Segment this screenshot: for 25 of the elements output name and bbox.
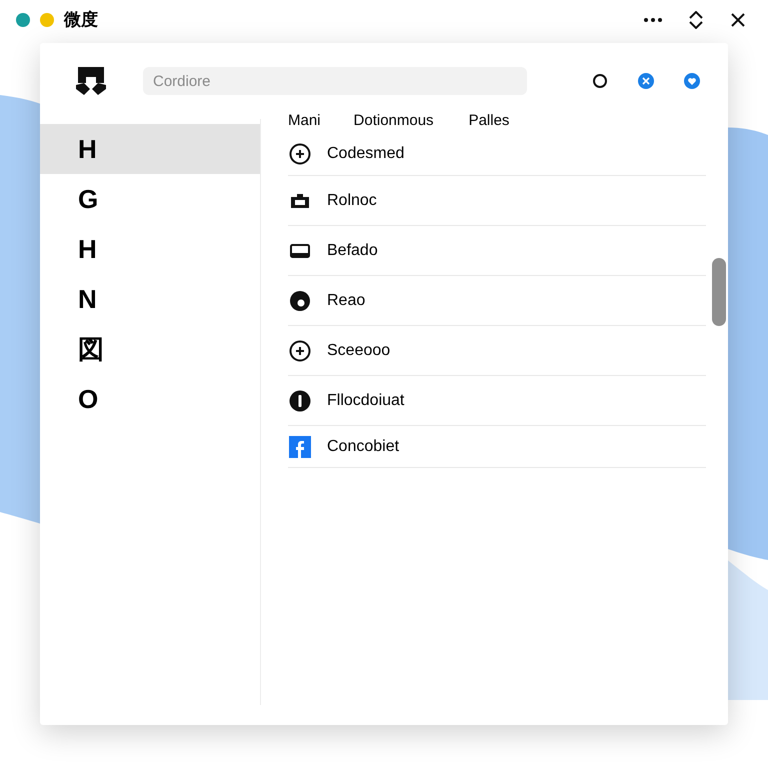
plus-circle-icon [289, 142, 311, 164]
tab[interactable]: Mani [288, 110, 321, 132]
list-item-label[interactable]: Concobiet [327, 434, 400, 458]
list-item-label[interactable]: Codesmed [327, 142, 404, 166]
scrollbar-thumb[interactable] [712, 258, 726, 326]
list-item-label[interactable]: Reao [327, 288, 366, 312]
list-item-label[interactable]: Befado [327, 238, 378, 262]
info-circle-icon [289, 390, 311, 412]
tab[interactable]: Palles [468, 110, 510, 132]
plus-circle-icon [289, 340, 311, 362]
search-field[interactable]: Cordiore [143, 67, 527, 95]
circle-icon [289, 290, 311, 312]
bag-icon [290, 192, 310, 208]
expand-icon[interactable] [688, 11, 704, 29]
close-icon[interactable] [730, 12, 746, 28]
logo-icon [74, 65, 108, 97]
window-title: 微度 [64, 9, 98, 32]
list-item-label[interactable]: Sceeooo [327, 338, 390, 362]
list-item-label[interactable]: Rolnoc [327, 188, 377, 212]
sidebar-item[interactable]: H [40, 124, 260, 174]
facebook-icon [289, 436, 311, 458]
more-icon[interactable] [644, 18, 662, 22]
tab[interactable]: Dotionmous [354, 110, 434, 132]
rectangle-icon [290, 244, 310, 258]
list-item-label[interactable]: Fllocdoiuat [327, 388, 404, 412]
